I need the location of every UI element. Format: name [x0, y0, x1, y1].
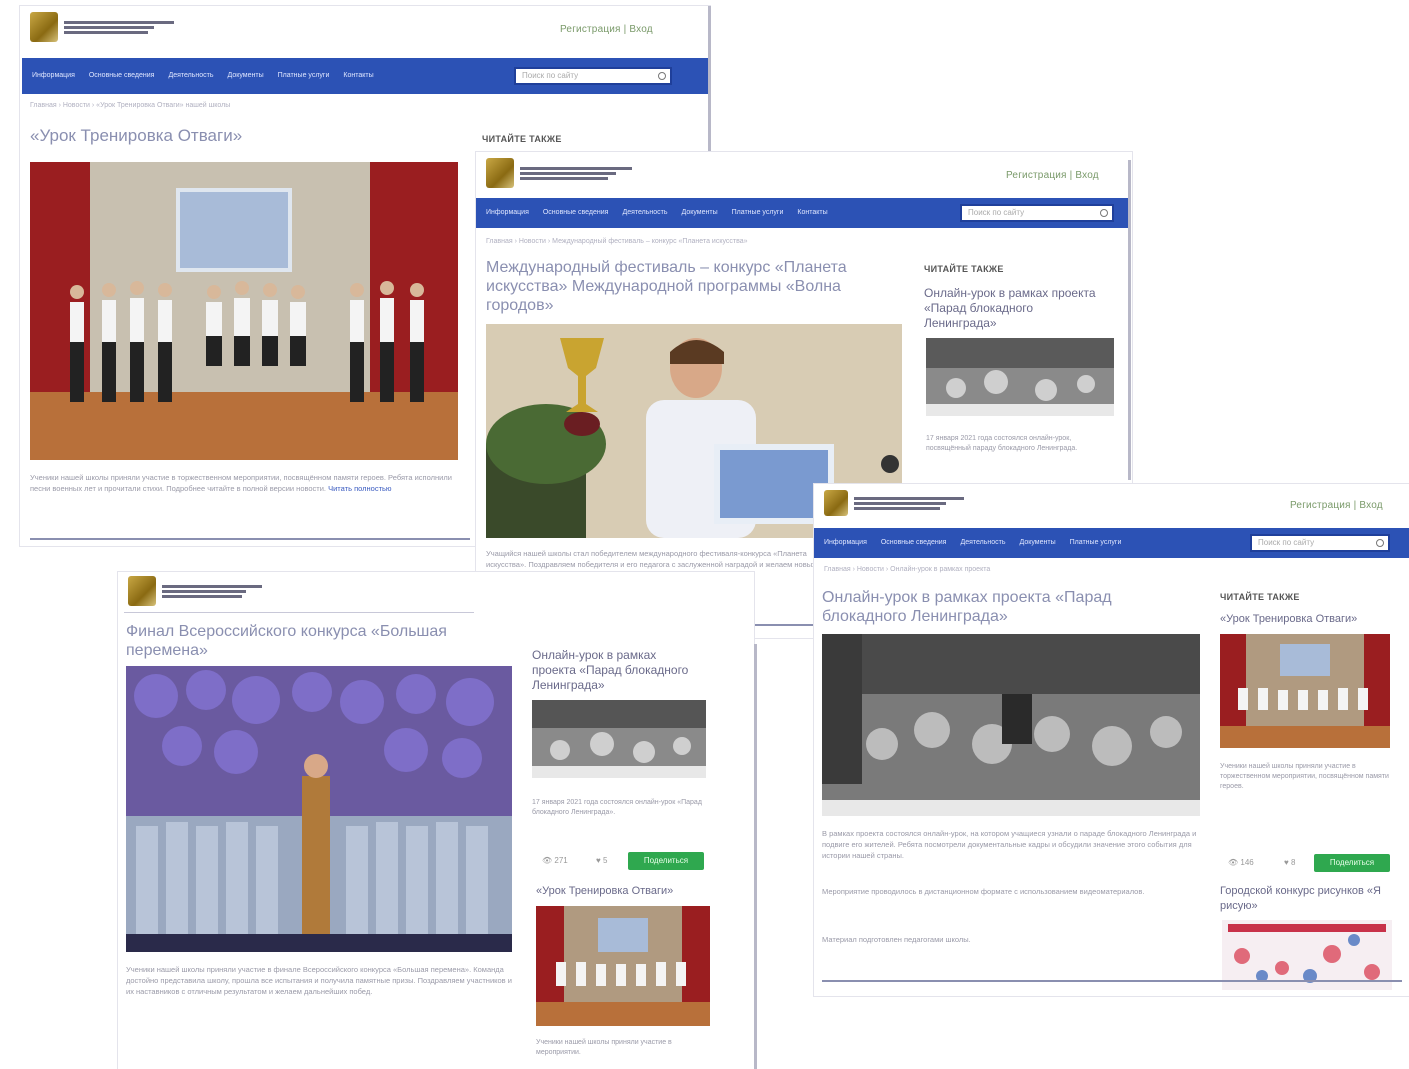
sidebar-news-photo[interactable] — [926, 338, 1114, 416]
site-logo[interactable] — [30, 12, 174, 42]
choir-stage-image — [536, 906, 710, 1026]
article-photo — [126, 666, 512, 952]
sidebar-heading: Читайте также — [1220, 592, 1300, 602]
article-text: Ученики нашей школы приняли участие в фи… — [126, 965, 512, 996]
sidebar-heading: Читайте также — [482, 134, 562, 144]
nav-item[interactable]: Деятельность — [168, 72, 213, 80]
sidebar-news-caption: 17 января 2021 года состоялся онлайн-уро… — [926, 435, 1078, 452]
breadcrumb[interactable]: Главная › Новости › Онлайн-урок в рамках… — [824, 566, 990, 573]
crest-icon — [128, 576, 156, 606]
header-divider — [124, 612, 474, 613]
top-links[interactable]: Регистрация | Вход — [1290, 500, 1383, 511]
crest-icon — [486, 158, 514, 188]
site-logo[interactable] — [486, 158, 632, 188]
nav-item[interactable]: Основные сведения — [89, 72, 155, 80]
page-title: Международный фестиваль – конкурс «Плане… — [486, 259, 847, 314]
sidebar-news-photo-2[interactable] — [536, 906, 710, 1026]
nav-item[interactable]: Основные сведения — [881, 539, 947, 547]
nav-item[interactable]: Платные услуги — [1070, 539, 1122, 547]
site-logo[interactable] — [824, 490, 964, 516]
search-icon[interactable] — [1376, 539, 1384, 547]
page-title: «Урок Тренировка Отваги» — [30, 126, 243, 145]
sidebar-heading: Читайте также — [924, 264, 1004, 274]
search-input[interactable]: Поиск по сайту — [1250, 534, 1390, 552]
page-title: Финал Всероссийского конкурса «Большая п… — [126, 623, 447, 659]
divider — [822, 980, 1402, 982]
nav-item[interactable]: Информация — [824, 539, 867, 547]
search-input[interactable]: Поиск по сайту — [514, 67, 672, 85]
likes-count[interactable]: ♥ 5 — [596, 856, 607, 865]
sidebar-news-caption: 17 января 2021 года состоялся онлайн-уро… — [532, 799, 702, 816]
contest-finalists-image — [126, 666, 512, 952]
parade-image — [532, 700, 706, 778]
screenshot-4: Финал Всероссийского конкурса «Большая п… — [118, 572, 754, 1069]
article-text: В рамках проекта состоялся онлайн-урок, … — [822, 829, 1197, 860]
likes-count[interactable]: ♥ 8 — [1284, 858, 1295, 867]
views-count: 👁 271 — [542, 856, 568, 865]
top-links[interactable]: Регистрация | Вход — [560, 24, 653, 35]
views-count: 👁 146 — [1228, 858, 1254, 867]
parade-image — [822, 634, 1200, 816]
site-logo[interactable] — [128, 576, 262, 606]
nav-item[interactable]: Контакты — [797, 209, 827, 217]
page-title: Онлайн-урок в рамках проекта «Парад блок… — [822, 589, 1112, 625]
article-text-2: Мероприятие проводилось в дистанционном … — [822, 887, 1145, 896]
nav-item[interactable]: Деятельность — [622, 209, 667, 217]
article-photo — [822, 634, 1200, 816]
search-input[interactable]: Поиск по сайту — [960, 204, 1114, 222]
sidebar-news-title-2[interactable]: Городской конкурс рисунков «Я рисую» — [1220, 884, 1396, 914]
breadcrumb[interactable]: Главная › Новости › «Урок Тренировка Отв… — [30, 102, 230, 109]
search-icon[interactable] — [658, 72, 666, 80]
sidebar-news-photo[interactable] — [532, 700, 706, 778]
nav-item[interactable]: Платные услуги — [278, 72, 330, 80]
nav-item[interactable]: Деятельность — [960, 539, 1005, 547]
frame-edge — [1128, 160, 1131, 480]
screenshot-3: Регистрация | Вход Информация Основные с… — [814, 484, 1409, 996]
sidebar-news-title[interactable]: «Урок Тренировка Отваги» — [1220, 612, 1396, 627]
crest-icon — [824, 490, 848, 516]
nav-item[interactable]: Платные услуги — [732, 209, 784, 217]
frame-edge — [754, 644, 757, 1069]
article-text-3: Материал подготовлен педагогами школы. — [822, 935, 971, 944]
choir-stage-image — [1220, 634, 1390, 748]
nav-item[interactable]: Основные сведения — [543, 209, 609, 217]
sidebar-news-photo[interactable] — [1220, 634, 1390, 748]
share-button[interactable]: Поделиться — [628, 852, 704, 870]
choir-stage-image — [30, 162, 458, 460]
sidebar-news-title-2[interactable]: «Урок Тренировка Отваги» — [536, 884, 706, 899]
frame-edge — [708, 6, 711, 156]
sidebar-news-caption: Ученики нашей школы приняли участие в то… — [1220, 763, 1389, 790]
nav-item[interactable]: Информация — [32, 72, 75, 80]
top-links[interactable]: Регистрация | Вход — [1006, 170, 1099, 181]
parade-image — [926, 338, 1114, 416]
nav-item[interactable]: Информация — [486, 209, 529, 217]
sidebar-news-title[interactable]: Онлайн-урок в рамках проекта «Парад блок… — [924, 286, 1104, 331]
article-text: Ученики нашей школы приняли участие в то… — [30, 473, 452, 493]
read-more-link[interactable]: Читать полностью — [328, 484, 391, 493]
sidebar-news-title[interactable]: Онлайн-урок в рамках проекта «Парад блок… — [532, 648, 702, 693]
nav-item[interactable]: Документы — [228, 72, 264, 80]
divider — [30, 538, 470, 540]
nav-item[interactable]: Контакты — [343, 72, 373, 80]
crest-icon — [30, 12, 58, 42]
article-photo — [30, 162, 458, 460]
nav-item[interactable]: Документы — [1020, 539, 1056, 547]
sidebar-news-caption-2: Ученики нашей школы приняли участие в ме… — [536, 1039, 672, 1056]
nav-item[interactable]: Документы — [682, 209, 718, 217]
breadcrumb[interactable]: Главная › Новости › Международный фестив… — [486, 238, 748, 245]
search-icon[interactable] — [1100, 209, 1108, 217]
share-button[interactable]: Поделиться — [1314, 854, 1390, 872]
